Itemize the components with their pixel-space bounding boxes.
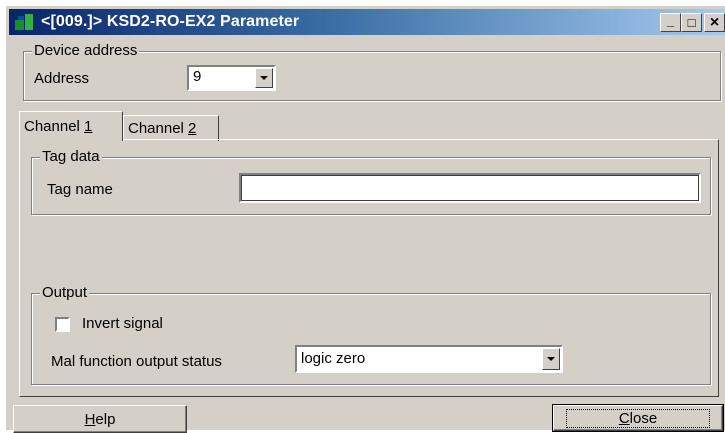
- chevron-down-icon: [547, 357, 555, 361]
- invert-signal-checkbox[interactable]: [55, 317, 70, 332]
- address-label: Address: [34, 70, 90, 87]
- tab-channel-1[interactable]: Channel 1: [19, 111, 123, 143]
- help-rest: elp: [95, 410, 116, 428]
- close-label: Close: [565, 408, 711, 428]
- tab-channel-1-mnemonic: 1: [84, 118, 93, 135]
- help-mnemonic: H: [84, 410, 96, 428]
- maximize-button[interactable]: □: [681, 13, 702, 32]
- minimize-icon: _: [666, 13, 675, 28]
- malfunction-dropdown-button[interactable]: [542, 348, 560, 370]
- chevron-down-icon: [260, 76, 268, 80]
- help-button[interactable]: Help: [13, 405, 187, 433]
- close-mnemonic: C: [618, 409, 630, 427]
- tab-channel-2[interactable]: Channel 2: [123, 115, 219, 141]
- output-legend: Output: [40, 284, 90, 301]
- tab-channel-2-label: Channel: [128, 120, 189, 137]
- close-rest: lose: [629, 409, 658, 427]
- tag-name-label: Tag name: [47, 181, 113, 198]
- close-button[interactable]: Close: [552, 404, 724, 432]
- close-icon: ×: [709, 13, 720, 31]
- device-address-group: Device address: [23, 42, 721, 101]
- address-select[interactable]: 9: [187, 65, 276, 91]
- app-icon: [15, 13, 35, 31]
- address-value: 9: [193, 68, 202, 85]
- maximize-icon: □: [687, 15, 696, 30]
- tab-channel-1-label: Channel: [24, 118, 85, 135]
- address-dropdown-button[interactable]: [255, 68, 273, 88]
- malfunction-label: Mal function output status: [51, 353, 222, 370]
- malfunction-value: logic zero: [301, 350, 366, 367]
- tab-channel-2-mnemonic: 2: [188, 120, 197, 137]
- malfunction-select[interactable]: logic zero: [295, 345, 563, 373]
- window-title: <[009.]> KSD2-RO-EX2 Parameter: [41, 13, 300, 30]
- device-address-legend: Device address: [32, 42, 140, 59]
- parameter-window: <[009.]> KSD2-RO-EX2 Parameter _ □ × Dev…: [6, 6, 725, 433]
- minimize-button[interactable]: _: [660, 13, 681, 32]
- title-bar[interactable]: <[009.]> KSD2-RO-EX2 Parameter _ □ ×: [9, 9, 725, 35]
- tag-name-input[interactable]: [239, 173, 701, 203]
- tag-data-legend: Tag data: [40, 148, 102, 165]
- close-window-button[interactable]: ×: [704, 13, 725, 32]
- help-label: Help: [85, 411, 116, 428]
- invert-signal-label[interactable]: Invert signal: [82, 315, 163, 332]
